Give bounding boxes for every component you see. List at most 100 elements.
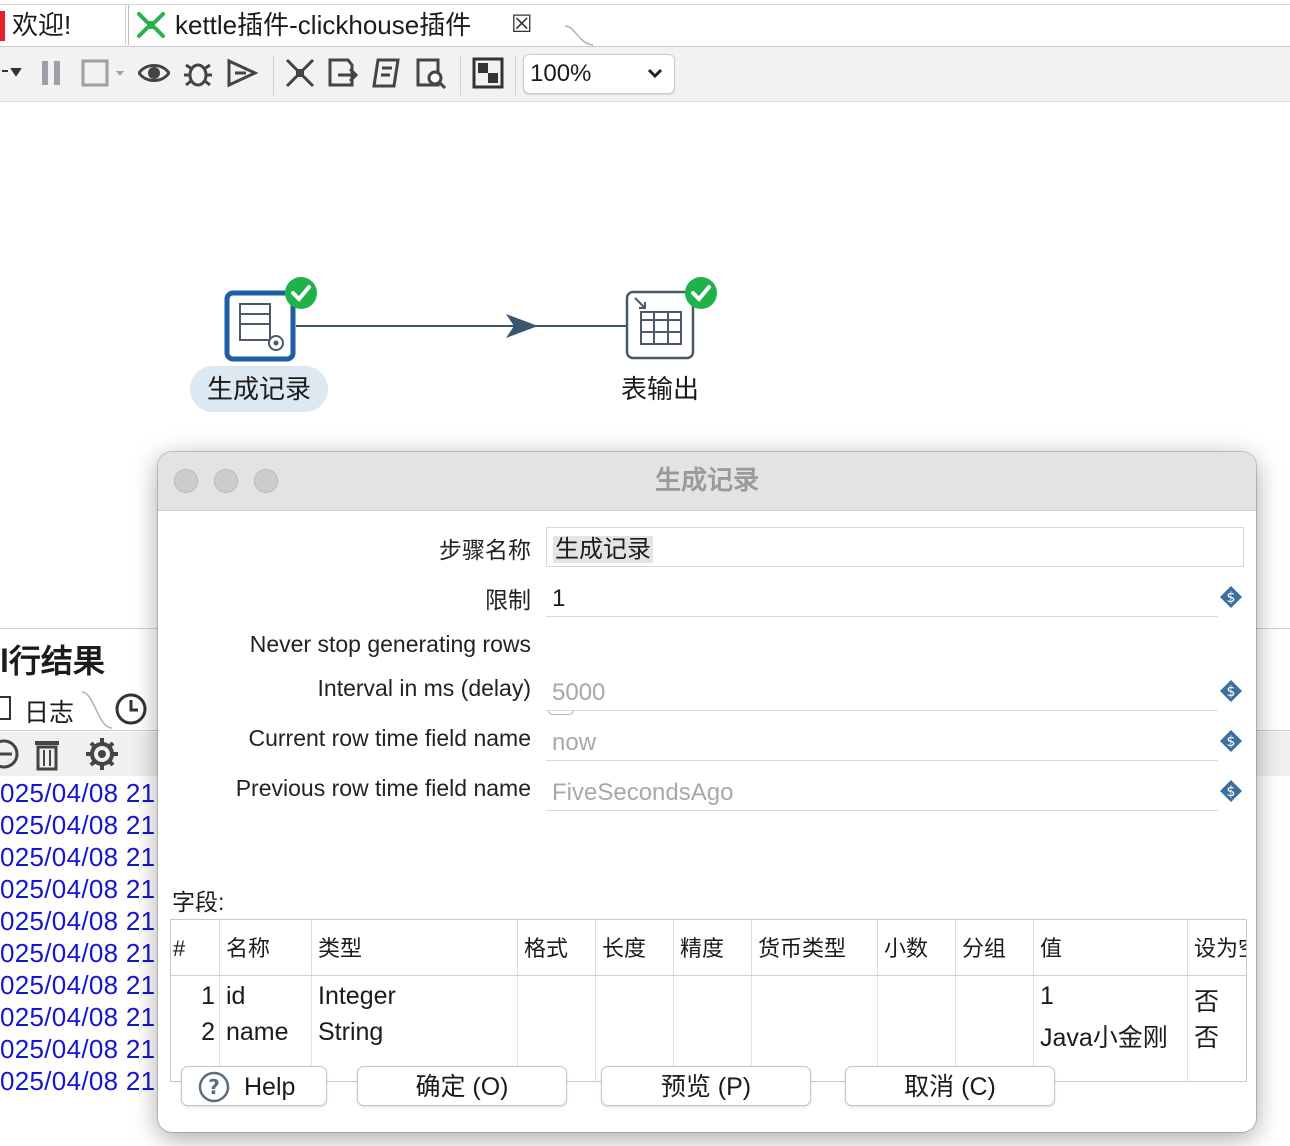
variable-dollar-icon[interactable]: $: [1219, 585, 1243, 609]
interval-label: Interval in ms (delay): [317, 675, 531, 701]
cancel-button[interactable]: 取消 (C): [845, 1066, 1055, 1106]
log-line: 025/04/08 21: [0, 938, 156, 968]
tab-curve: [565, 25, 594, 46]
help-button-label: Help: [244, 1073, 296, 1101]
run-dropdown-icon[interactable]: [0, 57, 32, 89]
variable-dollar-icon[interactable]: $: [1219, 779, 1243, 803]
limit-input[interactable]: 1: [546, 577, 1218, 617]
replay-icon[interactable]: [226, 57, 258, 89]
step-table-output-label[interactable]: 表输出: [600, 366, 720, 412]
help-button[interactable]: ? Help: [181, 1066, 327, 1106]
never-stop-label: Never stop generating rows: [249, 631, 531, 657]
previous-time-field-input[interactable]: FiveSecondsAgo: [546, 771, 1218, 811]
cell-name[interactable]: name: [226, 1018, 289, 1047]
trash-icon[interactable]: [32, 736, 62, 772]
clear-log-icon[interactable]: [0, 736, 20, 772]
step-name-value: 生成记录: [553, 536, 653, 563]
show-results-icon[interactable]: [472, 57, 504, 89]
help-question-icon: ?: [198, 1071, 230, 1103]
cell-type[interactable]: String: [318, 1018, 383, 1047]
debug-bug-icon[interactable]: [182, 57, 214, 89]
generate-rows-dialog: 生成记录 步骤名称 生成记录 限制 1 $ Never stop generat…: [158, 452, 1256, 1132]
step-name-input[interactable]: 生成记录: [546, 527, 1244, 567]
tab-transformation[interactable]: kettle插件-clickhouse插件 ☒: [128, 5, 569, 45]
chevron-down-icon: [647, 68, 663, 79]
zoom-dropdown-button[interactable]: [640, 59, 670, 87]
log-line: 025/04/08 21: [0, 970, 156, 1000]
log-tab-icon: [0, 696, 11, 720]
tab-welcome-label: 欢迎!: [12, 10, 72, 40]
step-ok-check-icon: [685, 277, 717, 309]
current-time-field-input[interactable]: now: [546, 721, 1218, 761]
sql-script-icon[interactable]: [370, 57, 402, 89]
log-line: 025/04/08 21: [0, 1034, 156, 1064]
log-line: 025/04/08 21: [0, 1002, 156, 1032]
log-line: 025/04/08 21: [0, 906, 156, 936]
column-header-set-empty[interactable]: 设为空: [1188, 920, 1246, 975]
cell-set-empty[interactable]: 否: [1194, 1018, 1219, 1054]
tab-welcome[interactable]: 欢迎!: [0, 5, 126, 45]
pause-icon[interactable]: [38, 57, 70, 89]
previous-time-field-label: Previous row time field name: [235, 775, 531, 801]
column-header-decimal[interactable]: 小数: [878, 920, 956, 975]
current-time-field-label: Current row time field name: [248, 725, 532, 751]
tab-curve: [82, 691, 147, 729]
dialog-titlebar[interactable]: 生成记录: [158, 452, 1256, 511]
transformation-icon: [137, 12, 165, 38]
welcome-tab-marker: [0, 11, 5, 41]
column-header-currency[interactable]: 货币类型: [752, 920, 878, 975]
explore-database-icon[interactable]: [414, 57, 446, 89]
column-header-value[interactable]: 值: [1034, 920, 1188, 975]
zoom-value: 100%: [530, 60, 592, 87]
preview-eye-icon[interactable]: [138, 57, 170, 89]
cell-name[interactable]: id: [226, 982, 245, 1011]
row-number: 2: [201, 1018, 215, 1046]
fields-table[interactable]: # 名称 类型 格式 长度 精度 货币类型 小数 分组 值 设为空 1 id: [170, 919, 1247, 1082]
cell-set-empty[interactable]: 否: [1194, 982, 1219, 1018]
svg-text:?: ?: [208, 1075, 220, 1099]
dialog-body: 步骤名称 生成记录 限制 1 $ Never stop generating r…: [158, 511, 1256, 1132]
column-header-group[interactable]: 分组: [956, 920, 1034, 975]
svg-text:$: $: [1227, 734, 1236, 750]
log-line: 025/04/08 21: [0, 1066, 156, 1096]
preview-button[interactable]: 预览 (P): [601, 1066, 811, 1106]
close-tab-icon[interactable]: ☒: [511, 5, 533, 45]
tab-log[interactable]: 日志: [24, 693, 74, 729]
log-settings-gear-icon[interactable]: [84, 736, 120, 772]
svg-text:$: $: [1227, 590, 1236, 606]
cell-type[interactable]: Integer: [318, 982, 396, 1011]
column-header-type[interactable]: 类型: [312, 920, 518, 975]
cell-value[interactable]: Java小金刚: [1040, 1018, 1168, 1054]
step-ok-check-icon: [285, 277, 317, 309]
limit-label: 限制: [485, 587, 531, 613]
svg-text:$: $: [1227, 684, 1236, 700]
variable-dollar-icon[interactable]: $: [1219, 729, 1243, 753]
ok-button[interactable]: 确定 (O): [357, 1066, 567, 1106]
tab-transformation-label: kettle插件-clickhouse插件: [175, 10, 472, 40]
column-header-length[interactable]: 长度: [596, 920, 674, 975]
column-header-format[interactable]: 格式: [518, 920, 596, 975]
transformation-toolbar: 100%: [0, 47, 1290, 102]
column-header-num[interactable]: #: [171, 920, 220, 975]
zoom-select[interactable]: 100%: [523, 54, 675, 94]
log-line: 025/04/08 21: [0, 842, 156, 872]
impact-icon[interactable]: [326, 57, 358, 89]
execution-results-title: l行结果: [0, 643, 105, 679]
step-generate-rows-label[interactable]: 生成记录: [190, 366, 328, 412]
row-number: 1: [201, 982, 215, 1010]
log-line: 025/04/08 21: [0, 810, 156, 840]
svg-text:$: $: [1227, 784, 1236, 800]
step-name-label: 步骤名称: [439, 537, 531, 563]
verify-icon[interactable]: [284, 57, 316, 89]
column-header-precision[interactable]: 精度: [674, 920, 752, 975]
dialog-title: 生成记录: [654, 465, 759, 495]
editor-tab-bar: 欢迎! kettle插件-clickhouse插件 ☒: [0, 0, 1290, 47]
fields-label: 字段:: [172, 889, 225, 915]
log-line: 025/04/08 21: [0, 778, 156, 808]
variable-dollar-icon[interactable]: $: [1219, 679, 1243, 703]
stop-dropdown-icon[interactable]: [80, 57, 128, 89]
log-line: 025/04/08 21: [0, 874, 156, 904]
interval-input[interactable]: 5000: [546, 671, 1218, 711]
cell-value[interactable]: 1: [1040, 982, 1054, 1011]
column-header-name[interactable]: 名称: [220, 920, 312, 975]
